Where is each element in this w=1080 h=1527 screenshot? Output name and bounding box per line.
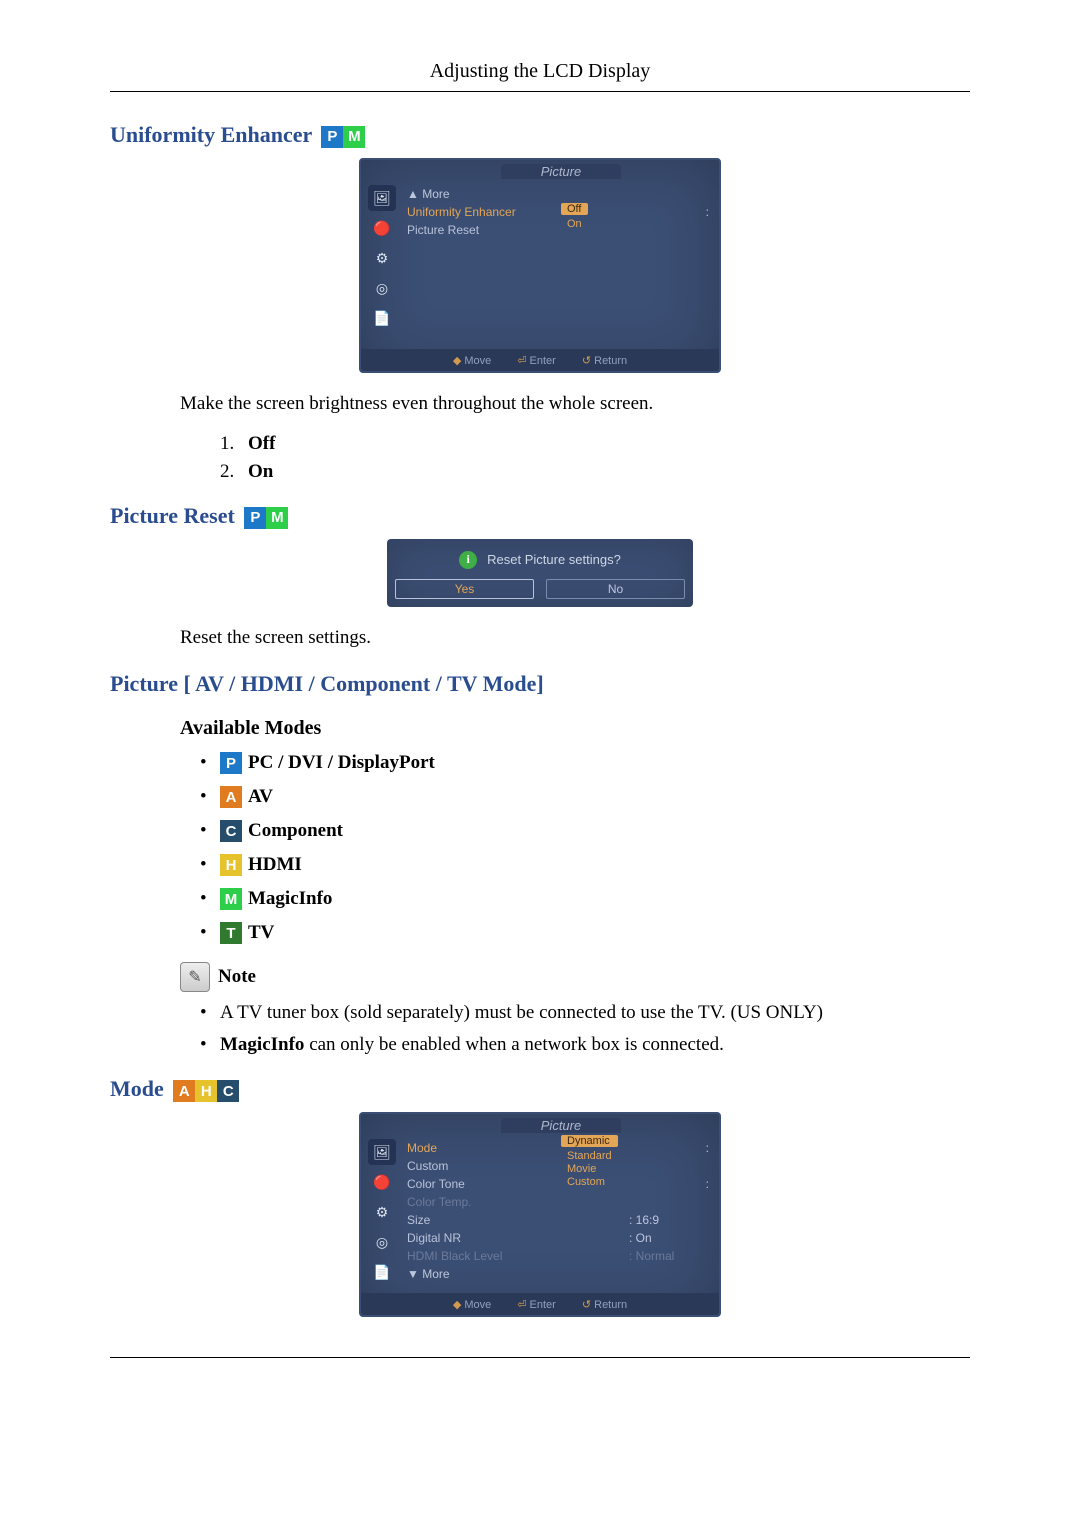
note-1: A TV tuner box (sold separately) must be… bbox=[220, 1002, 823, 1024]
note-list: •A TV tuner box (sold separately) must b… bbox=[200, 1002, 970, 1056]
osd-side-icons: 🖼 🔴 ⚙ ◎ 📄 bbox=[361, 1135, 403, 1293]
mode-m-label: MagicInfo bbox=[248, 888, 332, 910]
section-picture-av-title: Picture [ AV / HDMI / Component / TV Mod… bbox=[110, 671, 970, 697]
osd-row-uniformity: Uniformity Enhancer bbox=[407, 205, 706, 219]
mode-h-icon: H bbox=[220, 854, 242, 876]
osd-more-up: ▲ More bbox=[407, 187, 709, 201]
osd-opt-dynamic: Dynamic bbox=[561, 1135, 618, 1147]
mode-a-label: AV bbox=[248, 786, 273, 808]
available-modes-title: Available Modes bbox=[180, 717, 970, 740]
osd-row-colortone: Color Tone bbox=[407, 1177, 706, 1191]
reset-no-button: No bbox=[546, 579, 685, 599]
note-icon: ✎ bbox=[180, 962, 210, 992]
osd-title: Picture bbox=[501, 1118, 621, 1133]
picture-tab-icon: 🖼 bbox=[368, 1139, 396, 1165]
osd-val-dnr: : On bbox=[629, 1231, 709, 1245]
page-header: Adjusting the LCD Display bbox=[110, 60, 970, 92]
note-label: Note bbox=[218, 966, 256, 988]
multi-tab-icon: ◎ bbox=[368, 1229, 396, 1255]
tag-h-icon: H bbox=[195, 1080, 217, 1102]
osd-footer: ◆ Move ⏎ Enter ↺ Return bbox=[361, 1293, 719, 1315]
setup-tab-icon: ⚙ bbox=[368, 1199, 396, 1225]
reset-question: Reset Picture settings? bbox=[487, 552, 621, 567]
osd-row-mode: Mode bbox=[407, 1141, 706, 1155]
page-footer-rule bbox=[110, 1357, 970, 1368]
osd-row-picture-reset: Picture Reset bbox=[407, 223, 709, 237]
osd-title: Picture bbox=[501, 164, 621, 179]
available-modes-list: •PPC / DVI / DisplayPort •AAV •CComponen… bbox=[200, 752, 970, 944]
section-uniformity-title: Uniformity Enhancer P M bbox=[110, 122, 970, 148]
osd-opt-custom: Custom bbox=[561, 1176, 618, 1188]
tag-m-icon: M bbox=[343, 126, 365, 148]
osd-mode-screenshot: Picture 🖼 🔴 ⚙ ◎ 📄 Mode: Custom Color Ton… bbox=[359, 1112, 721, 1317]
osd-opt-movie: Movie bbox=[561, 1163, 618, 1175]
mode-p-label: PC / DVI / DisplayPort bbox=[248, 752, 435, 774]
setup-tab-icon: ⚙ bbox=[368, 245, 396, 271]
osd-side-icons: 🖼 🔴 ⚙ ◎ 📄 bbox=[361, 181, 403, 349]
tag-p-icon: P bbox=[321, 126, 343, 148]
osd-val-hdmibl: : Normal bbox=[629, 1249, 709, 1263]
osd-row-size: Size bbox=[407, 1213, 629, 1227]
info-icon: i bbox=[459, 551, 477, 569]
osd-opt-on: On bbox=[561, 218, 588, 230]
picture-tab-icon: 🖼 bbox=[368, 185, 396, 211]
mode-t-icon: T bbox=[220, 922, 242, 944]
mode-m-icon: M bbox=[220, 888, 242, 910]
osd-row-custom: Custom bbox=[407, 1159, 709, 1173]
mode-t-label: TV bbox=[248, 922, 274, 944]
mode-h-label: HDMI bbox=[248, 854, 302, 876]
mode-c-icon: C bbox=[220, 820, 242, 842]
mode-p-icon: P bbox=[220, 752, 242, 774]
mode-c-label: Component bbox=[248, 820, 343, 842]
info-tab-icon: 📄 bbox=[368, 305, 396, 331]
sound-tab-icon: 🔴 bbox=[368, 215, 396, 241]
note-2: MagicInfo can only be enabled when a net… bbox=[220, 1034, 724, 1056]
section-mode-title: Mode A H C bbox=[110, 1076, 970, 1102]
osd-uniformity-screenshot: Picture 🖼 🔴 ⚙ ◎ 📄 ▲ More Uniformity Enha… bbox=[359, 158, 721, 373]
uniformity-description: Make the screen brightness even througho… bbox=[180, 391, 970, 418]
osd-row-dnr: Digital NR bbox=[407, 1231, 629, 1245]
reset-yes-button: Yes bbox=[395, 579, 534, 599]
osd-more-down: ▼ More bbox=[407, 1267, 709, 1281]
uniformity-options-list: 1.Off 2.On bbox=[220, 433, 970, 483]
section-picture-reset-title: Picture Reset P M bbox=[110, 503, 970, 529]
multi-tab-icon: ◎ bbox=[368, 275, 396, 301]
osd-row-hdmibl: HDMI Black Level bbox=[407, 1249, 629, 1263]
info-tab-icon: 📄 bbox=[368, 1259, 396, 1285]
tag-m-icon: M bbox=[266, 507, 288, 529]
osd-opt-off: Off bbox=[561, 203, 588, 215]
tag-a-icon: A bbox=[173, 1080, 195, 1102]
osd-footer: ◆ Move ⏎ Enter ↺ Return bbox=[361, 349, 719, 371]
osd-val-size: : 16:9 bbox=[629, 1213, 709, 1227]
reset-description: Reset the screen settings. bbox=[180, 625, 970, 652]
reset-dialog-screenshot: i Reset Picture settings? Yes No bbox=[387, 539, 693, 607]
sound-tab-icon: 🔴 bbox=[368, 1169, 396, 1195]
tag-p-icon: P bbox=[244, 507, 266, 529]
osd-opt-standard: Standard bbox=[561, 1150, 618, 1162]
osd-row-colortemp: Color Temp. bbox=[407, 1195, 709, 1209]
mode-a-icon: A bbox=[220, 786, 242, 808]
tag-c-icon: C bbox=[217, 1080, 239, 1102]
